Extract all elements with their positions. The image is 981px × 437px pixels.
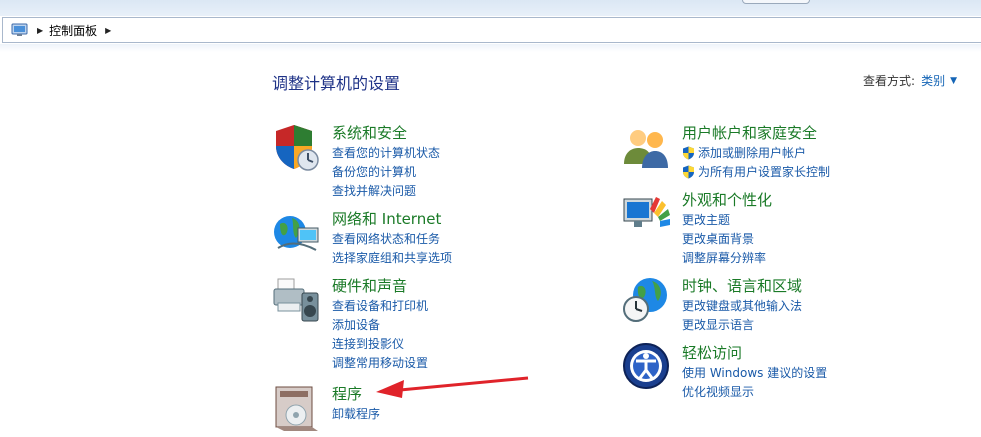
printer-speaker-icon[interactable] xyxy=(272,275,322,325)
scroll-thumb[interactable] xyxy=(742,0,810,4)
page-title: 调整计算机的设置 xyxy=(272,74,401,93)
link-network-status[interactable]: 查看网络状态和任务 xyxy=(332,229,452,248)
link-homegroup-sharing[interactable]: 选择家庭组和共享选项 xyxy=(332,248,452,267)
category-title[interactable]: 系统和安全 xyxy=(332,122,407,143)
link-backup-computer[interactable]: 备份您的计算机 xyxy=(332,162,440,181)
link-text[interactable]: 添加或删除用户帐户 xyxy=(698,144,806,161)
category-title[interactable]: 程序 xyxy=(332,383,362,404)
breadcrumb-current[interactable]: 控制面板 xyxy=(49,22,97,39)
security-shield-icon[interactable] xyxy=(272,122,322,172)
category-title[interactable]: 外观和个性化 xyxy=(682,189,772,210)
link-uninstall-program[interactable]: 卸载程序 xyxy=(332,404,380,423)
ease-of-access-icon[interactable] xyxy=(622,342,672,392)
window-top-chrome xyxy=(0,0,981,16)
category-title[interactable]: 轻松访问 xyxy=(682,342,742,363)
link-view-computer-status[interactable]: 查看您的计算机状态 xyxy=(332,143,440,162)
link-change-keyboard[interactable]: 更改键盘或其他输入法 xyxy=(682,296,802,315)
category-title[interactable]: 用户帐户和家庭安全 xyxy=(682,122,817,143)
view-by: 查看方式: 类别 ▼ xyxy=(863,72,957,89)
toolbar-separator xyxy=(0,44,981,52)
link-change-theme[interactable]: 更改主题 xyxy=(682,210,766,229)
clock-globe-icon[interactable] xyxy=(622,275,672,325)
address-bar[interactable]: ▶ 控制面板 ▶ xyxy=(2,17,981,43)
view-by-dropdown[interactable]: 类别 xyxy=(921,72,945,89)
link-recommended-settings[interactable]: 使用 Windows 建议的设置 xyxy=(682,363,827,382)
control-panel-icon xyxy=(11,23,29,37)
link-add-device[interactable]: 添加设备 xyxy=(332,315,428,334)
link-display-language[interactable]: 更改显示语言 xyxy=(682,315,802,334)
view-by-label: 查看方式: xyxy=(863,74,916,88)
category-title[interactable]: 硬件和声音 xyxy=(332,275,407,296)
network-globe-icon[interactable] xyxy=(272,208,322,258)
link-devices-printers[interactable]: 查看设备和打印机 xyxy=(332,296,428,315)
link-text[interactable]: 为所有用户设置家长控制 xyxy=(698,163,830,180)
link-optimize-visual-display[interactable]: 优化视频显示 xyxy=(682,382,827,401)
link-screen-resolution[interactable]: 调整屏幕分辨率 xyxy=(682,248,766,267)
category-title[interactable]: 时钟、语言和区域 xyxy=(682,275,802,296)
annotation-arrow-icon xyxy=(376,376,529,398)
uac-shield-icon xyxy=(683,146,694,159)
uac-shield-icon xyxy=(683,165,694,178)
category-title[interactable]: 网络和 Internet xyxy=(332,208,441,229)
link-add-remove-accounts[interactable]: 添加或删除用户帐户 xyxy=(682,143,830,162)
link-connect-projector[interactable]: 连接到投影仪 xyxy=(332,334,428,353)
link-troubleshoot[interactable]: 查找并解决问题 xyxy=(332,181,440,200)
programs-box-icon[interactable] xyxy=(272,383,322,433)
users-icon[interactable] xyxy=(622,122,672,172)
monitor-palette-icon[interactable] xyxy=(622,189,672,239)
link-parental-controls[interactable]: 为所有用户设置家长控制 xyxy=(682,162,830,181)
breadcrumb-chevron-icon[interactable]: ▶ xyxy=(105,26,111,35)
breadcrumb-root-chevron-icon[interactable]: ▶ xyxy=(37,26,43,35)
chevron-down-icon[interactable]: ▼ xyxy=(950,76,957,86)
link-desktop-background[interactable]: 更改桌面背景 xyxy=(682,229,766,248)
